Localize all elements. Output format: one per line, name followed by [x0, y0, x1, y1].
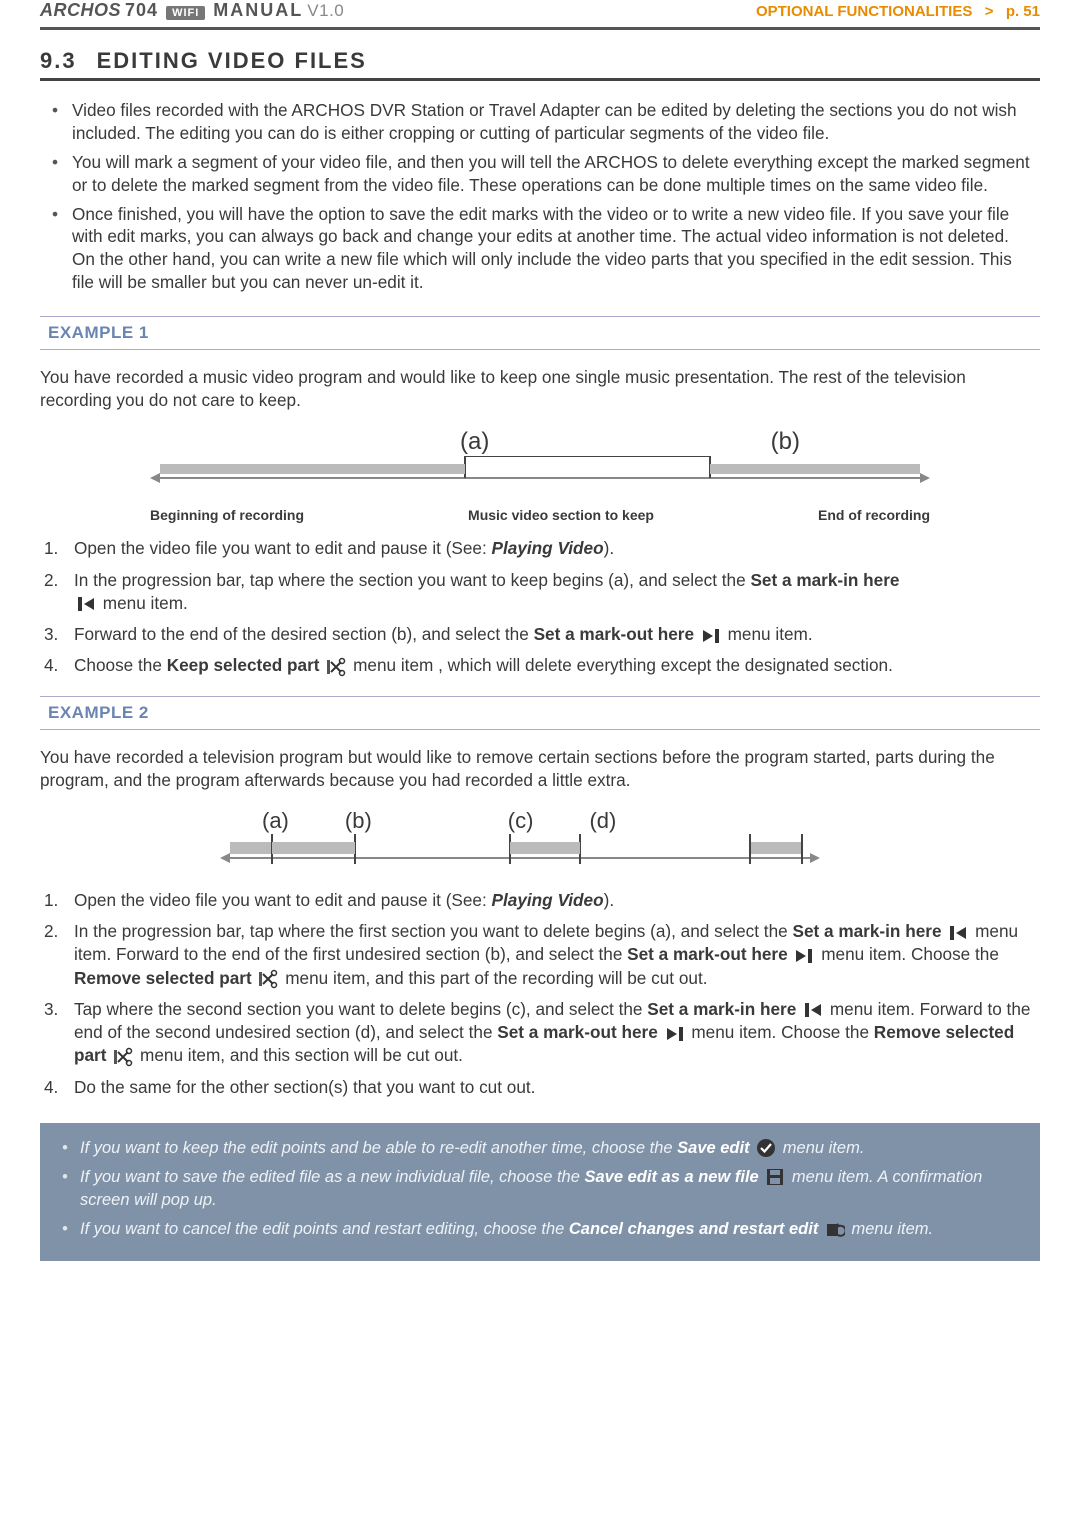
list-item: 2. In the progression bar, tap where the… [44, 920, 1036, 990]
mark-in-icon [803, 1000, 823, 1020]
text: If you want to keep the edit points and … [80, 1139, 677, 1157]
scissors-icon [258, 969, 278, 989]
text: Tap where the second section you want to… [74, 999, 647, 1019]
text: ). [604, 890, 615, 910]
text: Forward to the end of the desired sectio… [74, 624, 534, 644]
mark-out-icon [701, 626, 721, 646]
example-1-steps: 1. Open the video file you want to edit … [44, 537, 1036, 677]
list-item: 4. Choose the Keep selected part menu it… [44, 654, 1036, 677]
diagram-1-cap-end: End of recording [818, 507, 930, 523]
check-icon [756, 1138, 776, 1158]
diagram-2-label-b: (b) [345, 808, 372, 834]
example-1-intro: You have recorded a music video program … [40, 366, 1040, 412]
text: Choose the [74, 655, 167, 675]
text: menu item. [98, 593, 188, 613]
set-mark-in-label: Set a mark-in here [647, 999, 796, 1019]
intro-bullet-list: Video files recorded with the ARCHOS DVR… [44, 99, 1036, 294]
text: menu item. [778, 1139, 864, 1157]
diagram-2-label-d: (d) [589, 808, 616, 834]
example-2-steps: 1. Open the video file you want to edit … [44, 889, 1036, 1099]
text: Do the same for the other section(s) tha… [74, 1077, 535, 1097]
list-item: If you want to save the edited file as a… [58, 1166, 1022, 1212]
title-underline [40, 78, 1040, 81]
set-mark-out-label: Set a mark-out here [534, 624, 694, 644]
list-item: 4. Do the same for the other section(s) … [44, 1076, 1036, 1099]
header-divider [40, 27, 1040, 30]
chevron-right-icon: > [981, 3, 998, 20]
list-item: Video files recorded with the ARCHOS DVR… [44, 99, 1036, 145]
text: Open the video file you want to edit and… [74, 890, 492, 910]
header-right: OPTIONAL FUNCTIONALITIES > p. 51 [756, 3, 1040, 20]
cancel-changes-label: Cancel changes and restart edit [569, 1220, 818, 1238]
mark-out-icon [794, 946, 814, 966]
keep-selected-label: Keep selected part [167, 655, 320, 675]
example-1-header: EXAMPLE 1 [40, 316, 1040, 350]
section-title: 9.3 EDITING VIDEO FILES [40, 48, 1040, 74]
list-item: 3. Tap where the second section you want… [44, 998, 1036, 1068]
brand-logo: ARCHOS [40, 0, 121, 21]
text: ). [604, 538, 615, 558]
save-edit-label: Save edit [677, 1139, 749, 1157]
model-number: 704 [125, 0, 158, 21]
manual-label: MANUAL [213, 0, 303, 21]
text: menu item. Choose the [687, 1022, 874, 1042]
list-item: You will mark a segment of your video fi… [44, 151, 1036, 197]
list-item: 3. Forward to the end of the desired sec… [44, 623, 1036, 646]
diagram-2-label-a: (a) [262, 808, 289, 834]
diagram-1-cap-mid: Music video section to keep [468, 507, 654, 523]
example-2-label: EXAMPLE 2 [48, 703, 149, 722]
text: Open the video file you want to edit and… [74, 538, 492, 558]
header-left: ARCHOS 704 WIFI MANUAL V1.0 [40, 0, 344, 21]
text: menu item. [723, 624, 813, 644]
mark-in-icon [948, 923, 968, 943]
example-2-header: EXAMPLE 2 [40, 696, 1040, 730]
diagram-1-cap-begin: Beginning of recording [150, 507, 304, 523]
text: In the progression bar, tap where the fi… [74, 921, 792, 941]
remove-selected-label: Remove selected part [74, 968, 252, 988]
text: menu item , which will delete everything… [348, 655, 893, 675]
playing-video-link[interactable]: Playing Video [492, 538, 604, 558]
list-item: If you want to keep the edit points and … [58, 1137, 1022, 1160]
section-name: OPTIONAL FUNCTIONALITIES [756, 3, 972, 20]
text: menu item. Choose the [816, 944, 998, 964]
diagram-2-label-c: (c) [508, 808, 534, 834]
wifi-badge: WIFI [166, 6, 205, 20]
save-icon [765, 1167, 785, 1187]
list-item: 1. Open the video file you want to edit … [44, 537, 1036, 560]
diagram-1-label-b: (b) [771, 428, 800, 456]
playing-video-link[interactable]: Playing Video [492, 890, 604, 910]
section-heading: EDITING VIDEO FILES [97, 48, 367, 74]
notes-box: If you want to keep the edit points and … [40, 1123, 1040, 1261]
set-mark-in-label: Set a mark-in here [750, 570, 899, 590]
list-item: 2. In the progression bar, tap where the… [44, 569, 1036, 615]
diagram-1-label-a: (a) [460, 428, 489, 456]
text: If you want to cancel the edit points an… [80, 1220, 569, 1238]
section-number: 9.3 [40, 48, 77, 74]
text: menu item, and this section will be cut … [135, 1045, 463, 1065]
text: menu item, and this part of the recordin… [280, 968, 707, 988]
diagram-2: (a) (b) (c) (d) [220, 808, 820, 875]
set-mark-in-label: Set a mark-in here [792, 921, 941, 941]
version-label: V1.0 [307, 1, 344, 21]
scissors-icon [326, 657, 346, 677]
set-mark-out-label: Set a mark-out here [497, 1022, 657, 1042]
mark-in-icon [76, 594, 96, 614]
save-as-new-file-label: Save edit as a new file [584, 1168, 758, 1186]
set-mark-out-label: Set a mark-out here [627, 944, 787, 964]
list-item: Once finished, you will have the option … [44, 203, 1036, 295]
diagram-1: (a) (b) Beginning of recording Music vid… [150, 428, 930, 523]
diagram-2-svg [220, 834, 820, 870]
example-1-label: EXAMPLE 1 [48, 323, 149, 342]
example-2-intro: You have recorded a television program b… [40, 746, 1040, 792]
text: In the progression bar, tap where the se… [74, 570, 750, 590]
list-item: 1. Open the video file you want to edit … [44, 889, 1036, 912]
text: If you want to save the edited file as a… [80, 1168, 584, 1186]
mark-out-icon [665, 1024, 685, 1044]
scissors-icon [113, 1047, 133, 1067]
text: menu item. [847, 1220, 933, 1238]
page-number: p. 51 [1006, 3, 1040, 20]
list-item: If you want to cancel the edit points an… [58, 1218, 1022, 1241]
restart-icon [825, 1220, 845, 1240]
diagram-1-svg [150, 456, 930, 496]
